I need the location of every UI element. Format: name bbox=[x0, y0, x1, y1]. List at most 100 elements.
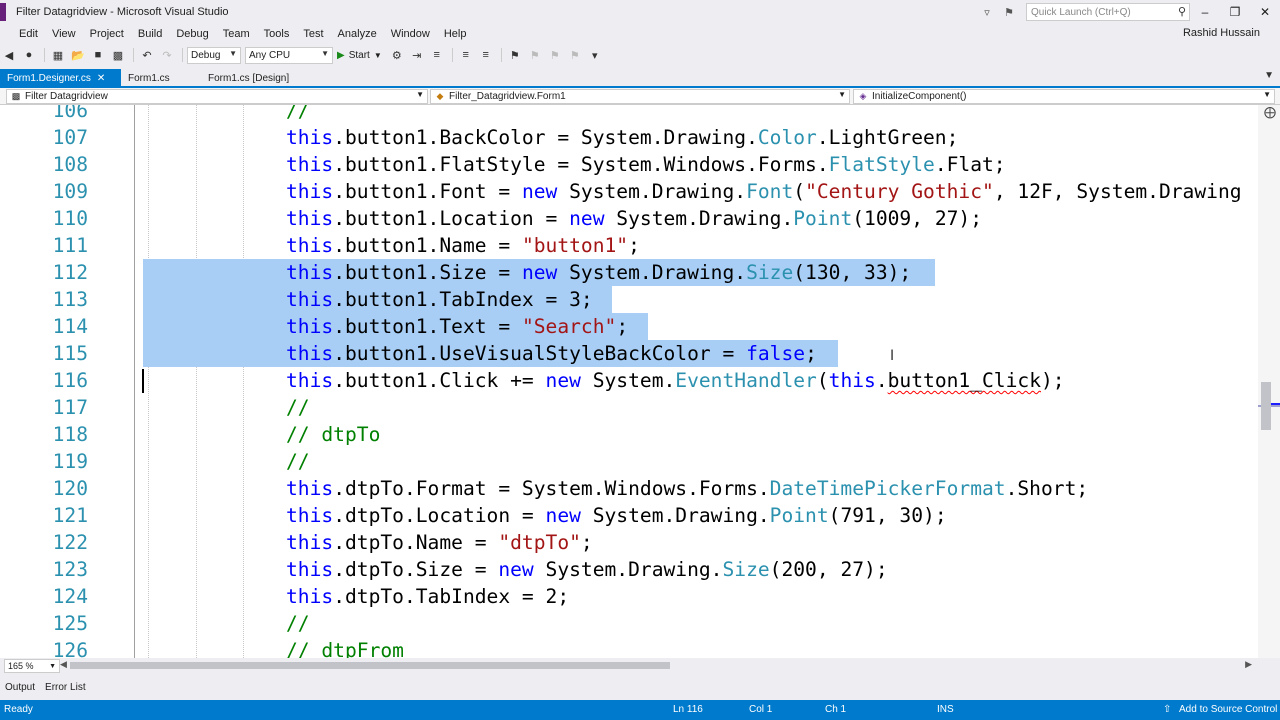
menu-project[interactable]: Project bbox=[83, 28, 131, 40]
filter-icon[interactable]: ▿ bbox=[978, 3, 996, 21]
project-dropdown[interactable]: ▩ Filter Datagridview ▼ bbox=[6, 89, 428, 104]
save-all-icon[interactable]: ▩ bbox=[109, 46, 127, 64]
code-text: // dtpTo bbox=[286, 421, 380, 448]
line-number: 107 bbox=[52, 126, 88, 149]
add-to-source-control-button[interactable]: Add to Source Control bbox=[1179, 704, 1277, 715]
code-line[interactable]: 110 this.button1.Location = new System.Dr… bbox=[0, 205, 1258, 232]
code-line[interactable]: 123 this.dtpTo.Size = new System.Drawing.… bbox=[0, 556, 1258, 583]
member-value: InitializeComponent() bbox=[872, 91, 967, 102]
signed-in-user[interactable]: Rashid Hussain bbox=[1183, 27, 1260, 39]
platform-select[interactable]: Any CPU ▼ bbox=[245, 46, 333, 64]
open-file-icon[interactable]: 📂 bbox=[69, 46, 87, 64]
comment-icon[interactable]: ≡ bbox=[457, 46, 475, 64]
code-line[interactable]: 116 this.button1.Click += new System.Even… bbox=[0, 367, 1258, 394]
maximize-button[interactable]: ❐ bbox=[1220, 0, 1250, 24]
code-line[interactable]: 120 this.dtpTo.Format = System.Windows.Fo… bbox=[0, 475, 1258, 502]
scroll-left-icon[interactable]: ◀ bbox=[60, 659, 67, 670]
redo-icon[interactable]: ↷ bbox=[158, 46, 176, 64]
tab-form1-design[interactable]: Form1.cs [Design] bbox=[201, 69, 301, 88]
code-line[interactable]: 109 this.button1.Font = new System.Drawin… bbox=[0, 178, 1258, 205]
uncomment-icon[interactable]: ≡ bbox=[477, 46, 495, 64]
code-token: ; bbox=[628, 234, 640, 257]
quick-launch-input[interactable]: Quick Launch (Ctrl+Q) ⚲ bbox=[1026, 3, 1190, 21]
start-button[interactable]: ▶ Start ▼ bbox=[337, 50, 382, 61]
close-window-button[interactable]: ✕ bbox=[1250, 0, 1280, 24]
code-editor[interactable]: I 106//107 this.button1.BackColor = Syste… bbox=[0, 105, 1258, 658]
code-token: Size bbox=[746, 261, 794, 284]
code-token: .button1.Text = bbox=[333, 315, 522, 338]
clear-bookmarks-icon[interactable]: ⚑ bbox=[566, 46, 584, 64]
code-line[interactable]: 108 this.button1.FlatStyle = System.Windo… bbox=[0, 151, 1258, 178]
next-bookmark-icon[interactable]: ⚑ bbox=[546, 46, 564, 64]
menu-analyze[interactable]: Analyze bbox=[331, 28, 384, 40]
tab-form1-cs[interactable]: Form1.cs bbox=[121, 69, 201, 88]
code-line[interactable]: 106 // bbox=[0, 105, 1258, 124]
menu-team[interactable]: Team bbox=[216, 28, 257, 40]
code-line[interactable]: 114 this.button1.Text = "Search"; bbox=[0, 313, 1258, 340]
navigate-forward-icon[interactable]: ● bbox=[20, 46, 38, 64]
member-dropdown[interactable]: ◈ InitializeComponent() ▼ bbox=[853, 89, 1275, 104]
vertical-scroll-thumb[interactable] bbox=[1261, 382, 1271, 430]
undo-icon[interactable]: ↶ bbox=[138, 46, 156, 64]
step-icon[interactable]: ⇥ bbox=[408, 46, 426, 64]
code-line[interactable]: 119 // bbox=[0, 448, 1258, 475]
line-number: 116 bbox=[52, 369, 88, 392]
code-line[interactable]: 111 this.button1.Name = "button1"; bbox=[0, 232, 1258, 259]
code-text: this.dtpTo.Location = new System.Drawing… bbox=[286, 502, 947, 529]
code-token: // bbox=[286, 612, 310, 635]
type-dropdown[interactable]: ◆ Filter_Datagridview.Form1 ▼ bbox=[430, 89, 850, 104]
format-icon[interactable]: ≡ bbox=[428, 46, 446, 64]
code-line[interactable]: 122 this.dtpTo.Name = "dtpTo"; bbox=[0, 529, 1258, 556]
minimize-button[interactable]: – bbox=[1190, 0, 1220, 24]
code-token: .dtpTo.Location = bbox=[333, 504, 546, 527]
menu-build[interactable]: Build bbox=[131, 28, 169, 40]
split-view-icon[interactable]: ⨁ bbox=[1264, 105, 1276, 119]
chevron-down-icon: ▼ bbox=[373, 50, 382, 60]
menu-edit[interactable]: Edit bbox=[0, 28, 45, 40]
zoom-select[interactable]: 165 % ▼ bbox=[4, 659, 60, 673]
code-line[interactable]: 124 this.dtpTo.TabIndex = 2; bbox=[0, 583, 1258, 610]
notifications-flag-icon[interactable]: ⚑ bbox=[1000, 3, 1018, 21]
code-line[interactable]: 125 // bbox=[0, 610, 1258, 637]
menu-tools[interactable]: Tools bbox=[257, 28, 297, 40]
horizontal-scroll-thumb[interactable] bbox=[70, 662, 670, 669]
code-token: .button1.Name = bbox=[333, 234, 522, 257]
code-line[interactable]: 121 this.dtpTo.Location = new System.Draw… bbox=[0, 502, 1258, 529]
menu-debug[interactable]: Debug bbox=[169, 28, 215, 40]
prev-bookmark-icon[interactable]: ⚑ bbox=[526, 46, 544, 64]
bookmark-icon[interactable]: ⚑ bbox=[506, 46, 524, 64]
close-icon[interactable]: ✕ bbox=[97, 73, 105, 84]
code-line[interactable]: 126 // dtpFrom bbox=[0, 637, 1258, 658]
tab-form1-designer-cs[interactable]: Form1.Designer.cs ✕ bbox=[0, 69, 121, 88]
code-token: this bbox=[286, 342, 334, 365]
toolbar-overflow-icon[interactable]: ▾ bbox=[586, 46, 604, 64]
code-line[interactable]: 112 this.button1.Size = new System.Drawin… bbox=[0, 259, 1258, 286]
attach-icon[interactable]: ⚙ bbox=[388, 46, 406, 64]
navigate-back-icon[interactable]: ◀ bbox=[0, 46, 18, 64]
menu-help[interactable]: Help bbox=[437, 28, 474, 40]
status-bar: Ready Ln 116 Col 1 Ch 1 INS ⇧ Add to Sou… bbox=[0, 700, 1280, 720]
configuration-select[interactable]: Debug ▼ bbox=[187, 46, 241, 64]
code-token: ; bbox=[580, 531, 593, 554]
vertical-scrollbar[interactable]: ⨁ bbox=[1258, 105, 1280, 658]
tab-list-dropdown-icon[interactable]: ▼ bbox=[1264, 70, 1274, 81]
code-line[interactable]: 115 this.button1.UseVisualStyleBackColor … bbox=[0, 340, 1258, 367]
new-project-icon[interactable]: ▦ bbox=[49, 46, 67, 64]
line-number: 113 bbox=[52, 288, 88, 311]
code-token: Size bbox=[722, 558, 770, 581]
code-token: .dtpTo.Name = bbox=[333, 531, 499, 554]
tab-output[interactable]: Output bbox=[0, 682, 40, 693]
code-line[interactable]: 117 // bbox=[0, 394, 1258, 421]
menu-test[interactable]: Test bbox=[296, 28, 330, 40]
menu-window[interactable]: Window bbox=[384, 28, 437, 40]
menu-view[interactable]: View bbox=[45, 28, 83, 40]
scroll-right-icon[interactable]: ▶ bbox=[1245, 659, 1252, 670]
code-line[interactable]: 107 this.button1.BackColor = System.Drawi… bbox=[0, 124, 1258, 151]
code-line[interactable]: 113 this.button1.TabIndex = 3; bbox=[0, 286, 1258, 313]
code-line[interactable]: 118 // dtpTo bbox=[0, 421, 1258, 448]
search-icon[interactable]: ⚲ bbox=[1178, 5, 1186, 18]
tab-error-list[interactable]: Error List bbox=[40, 682, 91, 693]
save-icon[interactable]: ■ bbox=[89, 46, 107, 64]
tab-label: Form1.cs [Design] bbox=[208, 73, 290, 84]
title-bar-controls: ▿ ⚑ Quick Launch (Ctrl+Q) ⚲ – ❐ ✕ bbox=[978, 0, 1280, 24]
